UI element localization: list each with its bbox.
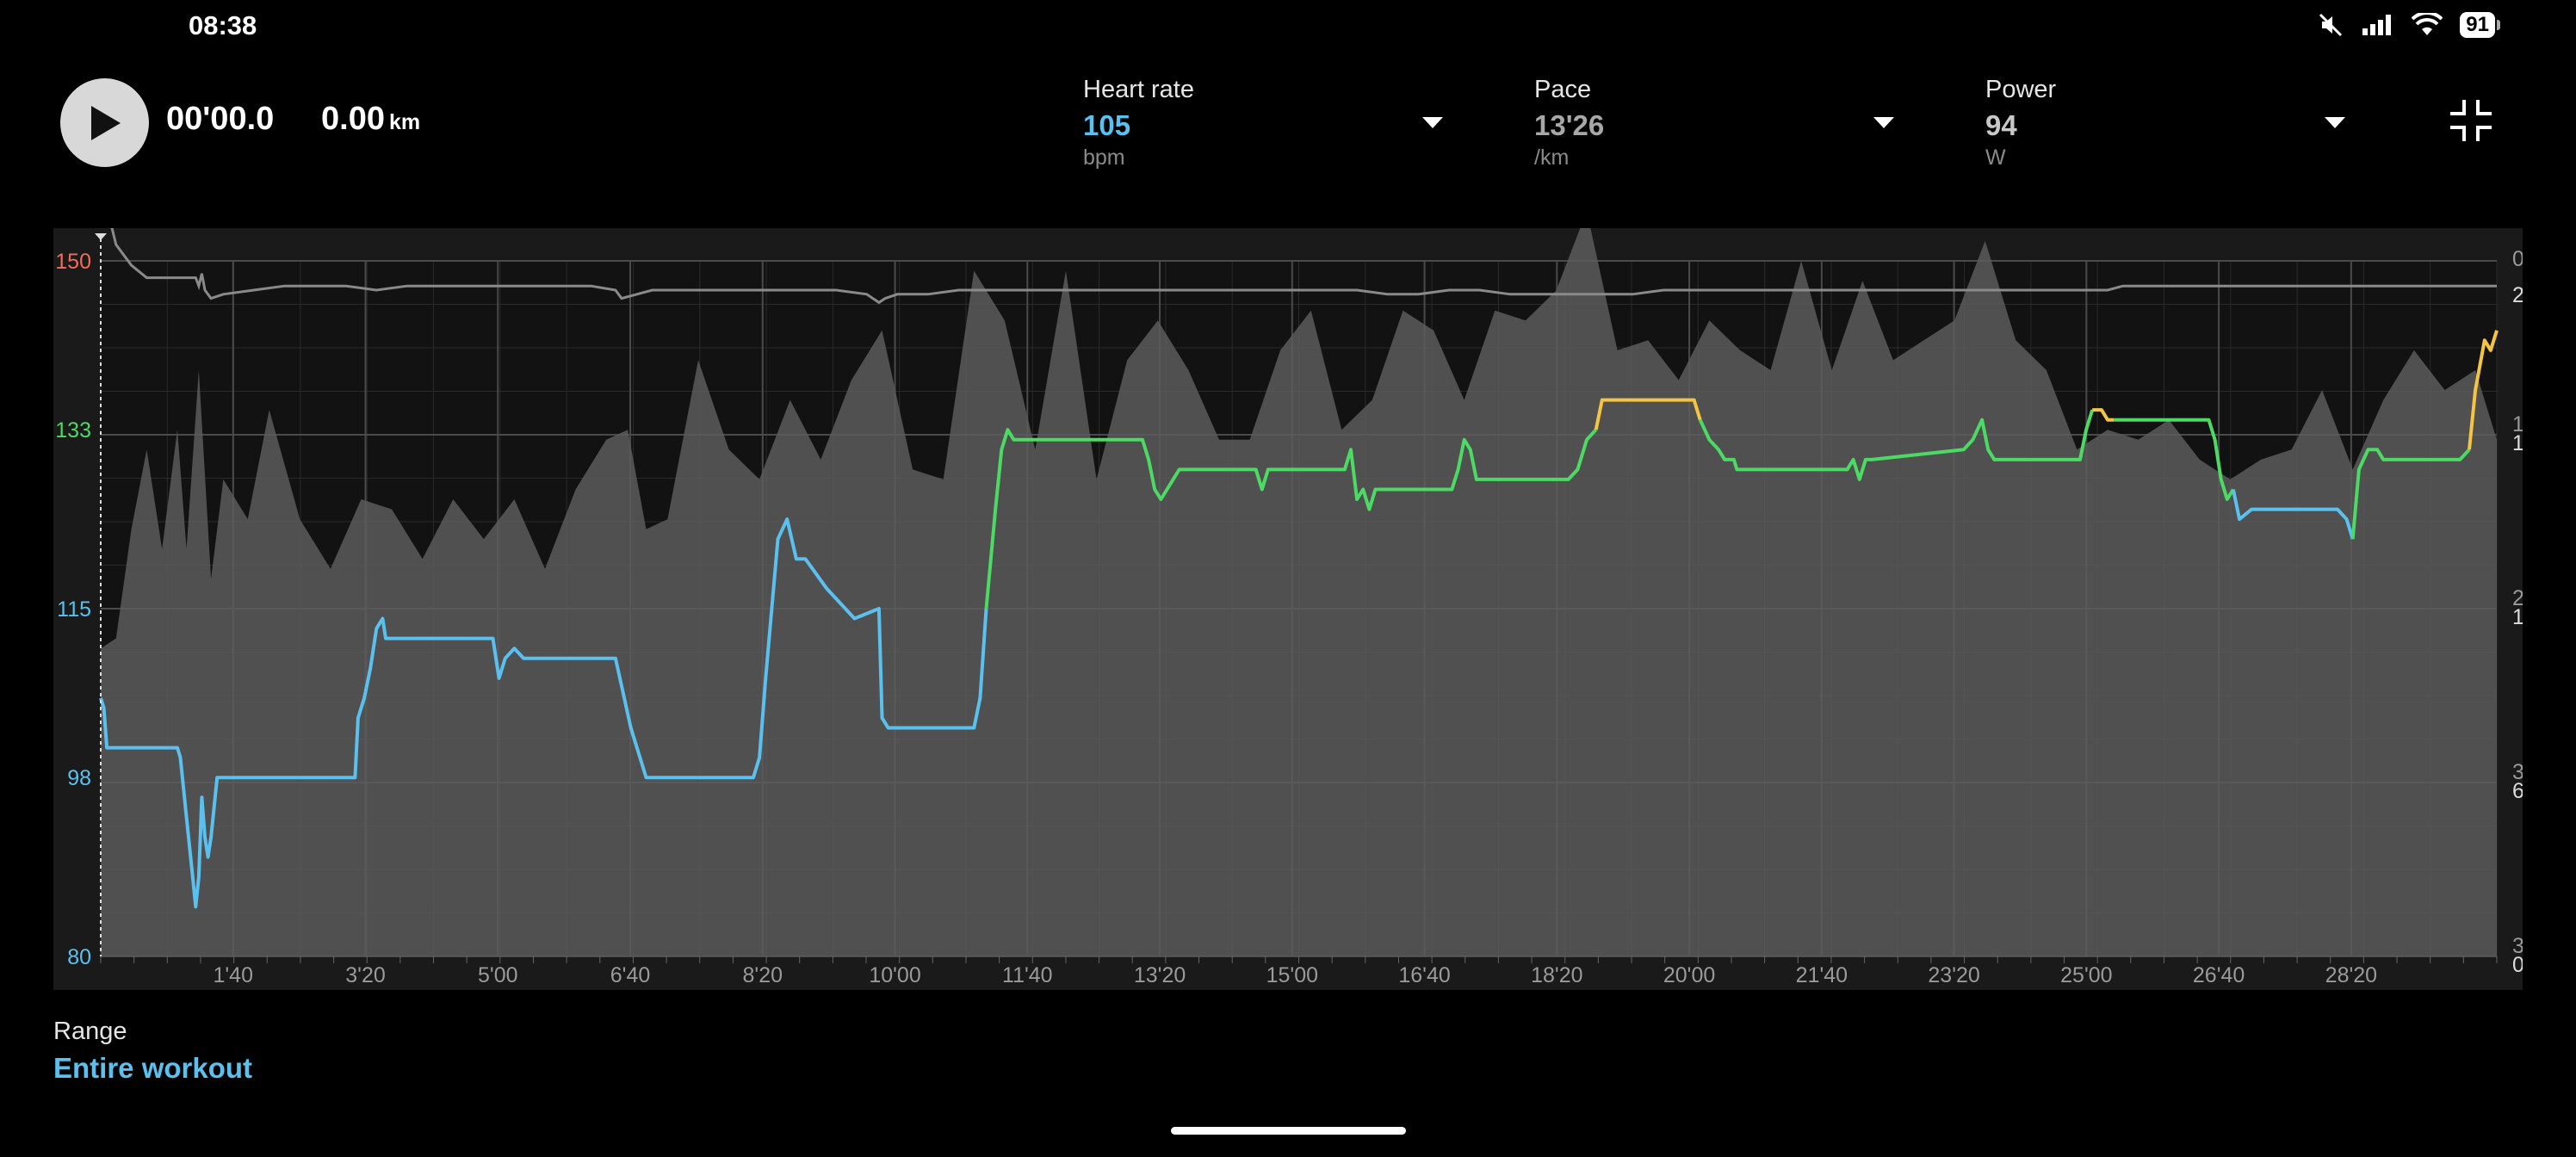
left-axis-label: 80 [67, 945, 91, 969]
left-axis-label: 133 [55, 418, 91, 442]
power-axis-label: 65 [2512, 779, 2523, 803]
power-axis-label: 260 [2512, 283, 2523, 307]
power-axis-label: 130 [2512, 605, 2523, 629]
collapse-icon [2450, 100, 2492, 141]
workout-chart[interactable]: 1'40 3'20 5'00 6'40 8'20 10'00 11'40 13'20 15'00… [53, 211, 2564, 990]
chart-svg[interactable]: 1'40 3'20 5'00 6'40 8'20 10'00 11'40 13'20 15'00… [53, 211, 2564, 990]
chevron-down-icon [1422, 117, 1443, 128]
x-tick-label: 15'00 [1266, 963, 1318, 987]
left-axis-label: 150 [55, 250, 91, 274]
metric-value: 94 [1985, 109, 2017, 141]
metric-label: Pace [1534, 76, 1592, 103]
play-icon [90, 105, 121, 140]
x-tick-label: 6'40 [610, 963, 650, 987]
x-tick-label: 10'00 [869, 963, 920, 987]
elapsed-time: 00'00.0 [166, 101, 275, 137]
x-tick-label: 25'00 [2060, 963, 2112, 987]
distance-value: 0.00 [321, 101, 385, 137]
status-icons: 91 [2319, 12, 2500, 38]
x-tick-label: 3'20 [345, 963, 385, 987]
range-label: Range [53, 1018, 127, 1045]
home-indicator[interactable] [1171, 1127, 1406, 1135]
x-tick-label: 1'40 [214, 963, 253, 987]
chevron-down-icon [2325, 117, 2345, 128]
x-tick-label: 18'20 [1531, 963, 1582, 987]
x-tick-label: 20'00 [1663, 963, 1715, 987]
distance-readout: 0.00 km [321, 101, 420, 138]
metric-value: 105 [1083, 109, 1131, 141]
metric-unit: W [1985, 145, 2006, 170]
x-tick-label: 13'20 [1134, 963, 1186, 987]
range-selector[interactable]: Entire workout [53, 1052, 252, 1085]
x-tick-label: 23'20 [1928, 963, 1979, 987]
metric-unit: /km [1534, 145, 1570, 170]
x-tick-label: 8'20 [743, 963, 783, 987]
power-selector[interactable]: Power 94 W [1985, 76, 2373, 170]
metric-label: Heart rate [1083, 76, 1194, 103]
play-button[interactable] [60, 78, 149, 167]
signal-icon [2362, 15, 2392, 35]
x-tick-label: 28'20 [2325, 963, 2377, 987]
metric-unit: bpm [1083, 145, 1125, 170]
wifi-icon [2412, 13, 2443, 35]
battery-level: 91 [2460, 12, 2495, 38]
pace-axis-label: 04'39 [2512, 247, 2523, 271]
chevron-down-icon [1873, 117, 1894, 128]
heart-rate-selector[interactable]: Heart rate 105 bpm [1083, 76, 1471, 170]
battery-icon: 91 [2460, 12, 2500, 38]
exit-fullscreen-button[interactable] [2447, 96, 2495, 149]
x-tick-label: 11'40 [1002, 963, 1053, 987]
metric-value: 13'26 [1534, 109, 1605, 141]
power-axis-label: 195 [2512, 431, 2523, 455]
x-tick-label: 26'40 [2193, 963, 2245, 987]
status-time: 08:38 [189, 10, 257, 40]
metric-label: Power [1985, 76, 2057, 103]
mute-icon [2319, 13, 2343, 37]
power-axis-label: 0 [2512, 953, 2523, 977]
left-axis-label: 98 [67, 766, 91, 790]
left-axis-label: 115 [57, 597, 91, 622]
x-tick-label: 21'40 [1796, 963, 1848, 987]
x-tick-label: 16'40 [1398, 963, 1450, 987]
distance-unit: km [388, 110, 421, 134]
x-tick-label: 5'00 [478, 963, 517, 987]
pace-selector[interactable]: Pace 13'26 /km [1534, 76, 1922, 170]
